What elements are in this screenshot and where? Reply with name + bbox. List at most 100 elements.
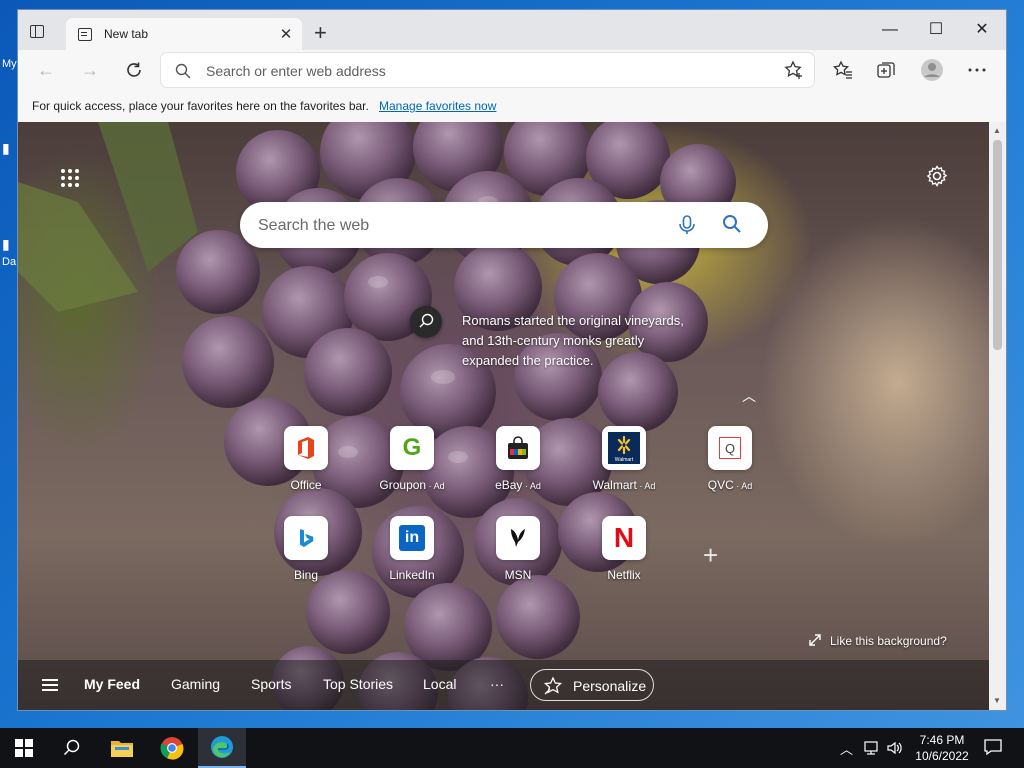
edge-icon xyxy=(211,736,233,758)
microphone-icon[interactable] xyxy=(678,215,696,235)
address-input[interactable]: Search or enter web address xyxy=(206,63,386,79)
feed-tab-my-feed[interactable]: My Feed xyxy=(84,676,140,692)
personalize-button[interactable]: Personalize xyxy=(530,669,654,701)
chrome-icon xyxy=(160,737,184,760)
magnifier-icon xyxy=(419,313,434,328)
clock-date: 10/6/2022 xyxy=(915,749,969,763)
new-tab-button[interactable]: + xyxy=(314,22,327,44)
collapse-chevron-up-icon[interactable]: ︿ xyxy=(742,386,756,406)
close-window-button[interactable]: ✕ xyxy=(960,15,1004,45)
tile-label: Office xyxy=(290,478,322,492)
quick-link-netflix[interactable]: N Netflix xyxy=(576,516,672,582)
clock-time: 7:46 PM xyxy=(919,733,965,747)
feed-more-icon[interactable]: ··· xyxy=(490,676,504,692)
quick-link-qvc[interactable]: Q QVC · Ad xyxy=(682,426,778,492)
desktop-icon-label[interactable]: Da xyxy=(2,256,16,268)
desktop-icon-label[interactable]: My xyxy=(2,58,17,70)
quick-link-linkedin[interactable]: in LinkedIn xyxy=(364,516,460,582)
tile-label: Bing xyxy=(293,568,319,582)
personalize-star-icon xyxy=(543,676,563,695)
scroll-down-arrow-icon[interactable]: ▼ xyxy=(993,696,1001,705)
quick-link-office[interactable]: Office xyxy=(258,426,354,492)
forward-button[interactable]: → xyxy=(78,59,102,81)
start-button[interactable] xyxy=(0,728,48,768)
feed-bar: My Feed Gaming Sports Top Stories Local … xyxy=(18,660,989,710)
refresh-icon[interactable] xyxy=(122,59,146,81)
volume-icon[interactable] xyxy=(886,740,902,756)
tile-label: QVC · Ad xyxy=(707,478,753,492)
scroll-up-arrow-icon[interactable]: ▲ xyxy=(993,126,1001,135)
fact-line: expanded the practice. xyxy=(462,353,594,368)
new-tab-page-icon xyxy=(78,27,92,41)
taskbar-chrome[interactable] xyxy=(148,728,196,768)
tile-label: Groupon · Ad xyxy=(379,478,445,492)
taskbar-file-explorer[interactable] xyxy=(98,728,146,768)
apps-grid-icon[interactable] xyxy=(60,168,80,188)
quick-link-msn[interactable]: MSN xyxy=(470,516,566,582)
search-submit-icon[interactable] xyxy=(722,214,742,234)
browser-toolbar: ← → Search or enter web address xyxy=(18,50,1006,90)
feed-tab-local[interactable]: Local xyxy=(423,676,456,692)
image-info-button[interactable] xyxy=(410,306,442,338)
taskbar-search-button[interactable] xyxy=(48,728,96,768)
browser-window: New tab ✕ + — ☐ ✕ ← → Search or enter we… xyxy=(18,10,1006,710)
quick-link-walmart[interactable]: Walmart Walmart · Ad xyxy=(576,426,672,492)
desktop-icon[interactable]: ▮ xyxy=(2,140,10,157)
tab-new-tab[interactable]: New tab ✕ xyxy=(66,18,302,50)
tray-show-hidden-icon[interactable]: ︿ xyxy=(840,739,853,758)
quick-link-ebay[interactable]: eBay · Ad xyxy=(470,426,566,492)
manage-favorites-link[interactable]: Manage favorites now xyxy=(379,99,496,113)
tile-label: eBay · Ad xyxy=(495,478,541,492)
fact-line: and 13th-century monks greatly xyxy=(462,333,645,348)
like-background-link[interactable]: Like this background? xyxy=(809,634,947,648)
page-scrollbar[interactable]: ▲ ▼ xyxy=(989,122,1006,710)
web-search-input[interactable] xyxy=(256,214,660,238)
taskbar-clock[interactable]: 7:46 PM 10/6/2022 xyxy=(912,732,972,764)
tile-label: MSN xyxy=(504,568,532,582)
feed-tab-gaming[interactable]: Gaming xyxy=(171,676,220,692)
search-icon xyxy=(175,63,191,79)
tab-bar: New tab ✕ + — ☐ ✕ xyxy=(18,10,1006,50)
tab-close-button[interactable]: ✕ xyxy=(276,25,296,43)
taskbar-edge[interactable] xyxy=(198,728,246,768)
more-options-icon[interactable] xyxy=(968,68,986,72)
bing-icon xyxy=(284,516,328,560)
tile-label: LinkedIn xyxy=(389,568,435,582)
tab-actions-icon[interactable] xyxy=(30,25,44,38)
web-search-box xyxy=(240,202,768,248)
linkedin-icon: in xyxy=(390,516,434,560)
personalize-label: Personalize xyxy=(573,678,647,694)
favorites-icon[interactable] xyxy=(833,60,853,80)
ebay-bag-icon xyxy=(496,426,540,470)
feed-tab-top-stories[interactable]: Top Stories xyxy=(323,676,393,692)
add-favorite-icon[interactable] xyxy=(784,60,804,80)
fact-line: Romans started the original vineyards, xyxy=(462,313,684,328)
qvc-logo: Q xyxy=(719,437,741,459)
quick-link-groupon[interactable]: G Groupon · Ad xyxy=(364,426,460,492)
minimize-button[interactable]: — xyxy=(868,15,912,45)
collections-icon[interactable] xyxy=(876,60,896,80)
profile-avatar-icon[interactable] xyxy=(920,58,944,82)
favorites-bar: For quick access, place your favorites h… xyxy=(18,90,1006,123)
quick-link-bing[interactable]: Bing xyxy=(258,516,354,582)
tile-label: Netflix xyxy=(607,568,641,582)
address-bar[interactable]: Search or enter web address xyxy=(161,53,814,87)
office-icon xyxy=(284,426,328,470)
network-icon[interactable] xyxy=(862,740,880,756)
add-quick-link-button[interactable]: + xyxy=(703,540,718,571)
scrollbar-thumb[interactable] xyxy=(993,140,1002,350)
image-fact-text[interactable]: Romans started the original vineyards, a… xyxy=(462,311,722,371)
qvc-icon: Q xyxy=(708,426,752,470)
feed-tab-sports[interactable]: Sports xyxy=(251,676,291,692)
back-button[interactable]: ← xyxy=(34,59,58,81)
desktop-icon[interactable]: ▮ xyxy=(2,236,10,253)
folder-icon xyxy=(111,741,133,757)
maximize-button[interactable]: ☐ xyxy=(914,15,958,45)
windows-logo-icon xyxy=(15,739,33,757)
menu-hamburger-icon[interactable] xyxy=(42,679,58,691)
page-settings-gear-icon[interactable] xyxy=(925,164,949,188)
notifications-icon[interactable] xyxy=(984,738,1002,756)
groupon-icon: G xyxy=(390,426,434,470)
msn-butterfly-icon xyxy=(496,516,540,560)
search-icon xyxy=(63,739,80,756)
